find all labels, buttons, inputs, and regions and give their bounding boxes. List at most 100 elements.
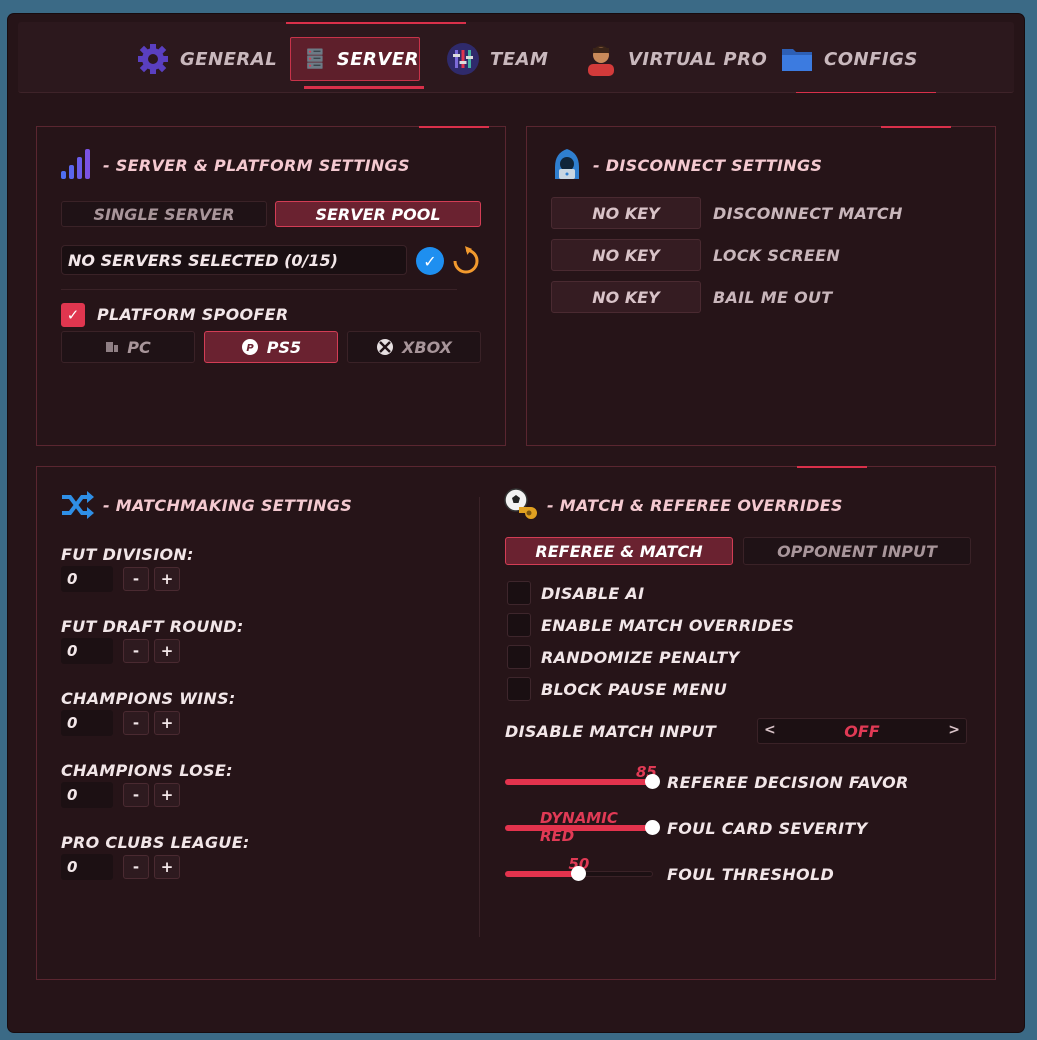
fut-draft-round-value[interactable]: 0 [61, 638, 113, 664]
increment-button[interactable]: + [154, 639, 180, 663]
foul-card-severity-label: FOUL CARD SEVERITY [667, 819, 868, 838]
platform-spoofer-label: PLATFORM SPOOFER [97, 305, 289, 324]
enable-match-overrides-label: ENABLE MATCH OVERRIDES [541, 616, 795, 635]
tab-bar: GENERAL SERVER TEAM VIRTUAL PRO CONFIGS [18, 22, 1014, 93]
slider-knob[interactable] [645, 820, 660, 835]
slider-knob[interactable] [571, 866, 586, 881]
block-pause-menu-checkbox[interactable] [507, 677, 531, 701]
section-title-text: - MATCHMAKING SETTINGS [103, 495, 353, 515]
platform-pc-button[interactable]: PC [61, 331, 195, 363]
slider-fill [505, 779, 653, 785]
disable-match-input-selector[interactable]: < OFF > [757, 718, 967, 744]
tab-configs[interactable]: CONFIGS [780, 37, 918, 81]
hacker-icon [555, 149, 579, 179]
server-icon [307, 48, 323, 69]
platform-spoofer-checkbox[interactable]: ✓ [61, 303, 85, 327]
decrement-button[interactable]: - [123, 639, 149, 663]
platform-ps5-button[interactable]: P PS5 [204, 331, 338, 363]
tab-label: VIRTUAL PRO [628, 48, 768, 70]
decrement-button[interactable]: - [123, 855, 149, 879]
champions-lose-value[interactable]: 0 [61, 782, 113, 808]
block-pause-menu-label: BLOCK PAUSE MENU [541, 680, 728, 699]
tab-team[interactable]: TEAM [446, 37, 548, 81]
section-title: - SERVER & PLATFORM SETTINGS [59, 147, 410, 183]
disconnect-match-key-button[interactable]: NO KEY [551, 197, 701, 229]
champions-lose-label: CHAMPIONS LOSE: [61, 761, 233, 780]
chevron-right-icon[interactable]: > [948, 722, 960, 738]
match-panel: - MATCHMAKING SETTINGS FUT DIVISION: 0 -… [36, 466, 996, 980]
platform-label: PS5 [266, 337, 302, 357]
randomize-penalty-checkbox[interactable] [507, 645, 531, 669]
tab-general[interactable]: GENERAL [136, 37, 277, 81]
platform-xbox-button[interactable]: XBOX [347, 331, 481, 363]
disable-match-input-label: DISABLE MATCH INPUT [505, 722, 717, 741]
decrement-button[interactable]: - [123, 711, 149, 735]
foul-card-severity-slider[interactable]: DYNAMIC RED [505, 809, 660, 845]
tab-label: CONFIGS [824, 48, 918, 70]
champions-wins-value[interactable]: 0 [61, 710, 113, 736]
tab-label: TEAM [490, 48, 549, 70]
disconnect-panel: - DISCONNECT SETTINGS NO KEY DISCONNECT … [526, 126, 996, 446]
disconnect-match-label: DISCONNECT MATCH [713, 204, 903, 223]
champions-wins-label: CHAMPIONS WINS: [61, 689, 236, 708]
divider [61, 289, 457, 290]
randomize-penalty-label: RANDOMIZE PENALTY [541, 648, 740, 667]
pc-icon [106, 342, 119, 352]
servers-select-field[interactable]: NO SERVERS SELECTED (0/15) [61, 245, 407, 275]
svg-text:P: P [246, 343, 254, 354]
referee-decision-favor-slider[interactable]: 85 [505, 763, 660, 793]
platform-label: XBOX [402, 337, 452, 357]
section-title: - MATCH & REFEREE OVERRIDES [503, 487, 843, 523]
referee-decision-favor-label: REFEREE DECISION FAVOR [667, 773, 909, 792]
increment-button[interactable]: + [154, 567, 180, 591]
tab-virtual-pro[interactable]: VIRTUAL PRO [584, 37, 767, 81]
server-platform-panel: - SERVER & PLATFORM SETTINGS SINGLE SERV… [36, 126, 506, 446]
slider-knob[interactable] [645, 774, 660, 789]
folder-icon [782, 49, 812, 71]
section-title-text: - MATCH & REFEREE OVERRIDES [547, 495, 843, 515]
team-icon [447, 43, 479, 75]
tab-referee-match[interactable]: REFEREE & MATCH [505, 537, 733, 565]
gear-icon [138, 44, 168, 74]
enable-match-overrides-checkbox[interactable] [507, 613, 531, 637]
section-title: - MATCHMAKING SETTINGS [59, 487, 352, 523]
accent-line [286, 22, 466, 24]
foul-threshold-label: FOUL THRESHOLD [667, 865, 835, 884]
accent-line [419, 126, 489, 128]
slider-fill [505, 825, 653, 831]
ball-whistle-icon [504, 488, 537, 519]
playstation-icon: P [241, 339, 258, 355]
fut-draft-round-label: FUT DRAFT ROUND: [61, 617, 244, 636]
single-server-button[interactable]: SINGLE SERVER [61, 201, 267, 227]
bail-me-out-label: BAIL ME OUT [713, 288, 833, 307]
selector-value: OFF [844, 722, 880, 741]
increment-button[interactable]: + [154, 855, 180, 879]
pro-clubs-league-value[interactable]: 0 [61, 854, 113, 880]
xbox-icon [377, 339, 394, 355]
accent-line [796, 92, 936, 93]
decrement-button[interactable]: - [123, 783, 149, 807]
disable-ai-label: DISABLE AI [541, 584, 645, 603]
server-pool-button[interactable]: SERVER POOL [275, 201, 481, 227]
disable-ai-checkbox[interactable] [507, 581, 531, 605]
signal-bars-icon [61, 149, 90, 179]
platform-label: PC [127, 337, 151, 357]
avatar-icon [588, 45, 614, 76]
foul-threshold-slider[interactable]: 50 [505, 855, 653, 885]
confirm-check-icon[interactable]: ✓ [416, 247, 444, 275]
accent-line [881, 126, 951, 128]
tab-server[interactable]: SERVER [290, 37, 420, 81]
tab-label: GENERAL [180, 48, 278, 70]
bail-me-out-key-button[interactable]: NO KEY [551, 281, 701, 313]
fut-division-label: FUT DIVISION: [61, 545, 194, 564]
lock-screen-key-button[interactable]: NO KEY [551, 239, 701, 271]
fut-division-value[interactable]: 0 [61, 566, 113, 592]
increment-button[interactable]: + [154, 711, 180, 735]
column-divider [479, 497, 480, 937]
increment-button[interactable]: + [154, 783, 180, 807]
section-title-text: - DISCONNECT SETTINGS [593, 155, 823, 175]
refresh-icon[interactable] [451, 246, 481, 276]
decrement-button[interactable]: - [123, 567, 149, 591]
slider-fill [505, 871, 579, 877]
tab-opponent-input[interactable]: OPPONENT INPUT [743, 537, 971, 565]
